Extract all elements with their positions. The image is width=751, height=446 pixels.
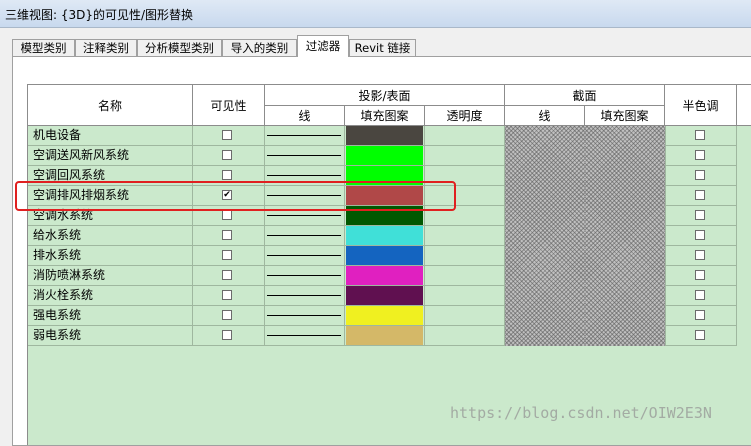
title-bar: 三维视图: {3D}的可见性/图形替换	[0, 0, 751, 28]
projection-line-override[interactable]	[267, 275, 341, 276]
visibility-checkbox[interactable]	[222, 230, 232, 240]
visibility-checkbox[interactable]	[222, 210, 232, 220]
row-name: 排水系统	[28, 246, 193, 266]
row-name: 机电设备	[28, 126, 193, 146]
header-visibility[interactable]: 可见性	[193, 85, 265, 126]
projection-pattern-swatch[interactable]	[346, 146, 423, 165]
halftone-checkbox[interactable]	[695, 250, 705, 260]
transparency-cell[interactable]	[425, 146, 505, 166]
header-cut: 截面	[505, 85, 665, 106]
header-name[interactable]: 名称	[28, 85, 193, 126]
visibility-checkbox[interactable]	[222, 130, 232, 140]
tab-annotation-categories[interactable]: 注释类别	[75, 39, 137, 56]
table-row[interactable]: 给水系统	[28, 226, 751, 246]
tab-imported-categories[interactable]: 导入的类别	[222, 39, 297, 56]
halftone-checkbox[interactable]	[695, 210, 705, 220]
row-name: 消火栓系统	[28, 286, 193, 306]
table-row[interactable]: 机电设备	[28, 126, 751, 146]
projection-line-override[interactable]	[267, 215, 341, 216]
projection-line-override[interactable]	[267, 155, 341, 156]
row-name: 空调送风新风系统	[28, 146, 193, 166]
halftone-checkbox[interactable]	[695, 330, 705, 340]
visibility-checkbox[interactable]	[222, 270, 232, 280]
projection-line-override[interactable]	[267, 255, 341, 256]
projection-pattern-swatch[interactable]	[346, 286, 423, 305]
transparency-cell[interactable]	[425, 126, 505, 146]
visibility-checkbox[interactable]	[222, 330, 232, 340]
row-name: 弱电系统	[28, 326, 193, 346]
table-row[interactable]: 排水系统	[28, 246, 751, 266]
table-row[interactable]: 消火栓系统	[28, 286, 751, 306]
halftone-checkbox[interactable]	[695, 150, 705, 160]
tab-model-categories[interactable]: 模型类别	[12, 39, 75, 56]
header-cut-pattern: 填充图案	[585, 106, 665, 126]
projection-pattern-swatch[interactable]	[346, 226, 423, 245]
halftone-checkbox[interactable]	[695, 290, 705, 300]
projection-pattern-swatch[interactable]	[346, 126, 423, 145]
tab-analytical-categories[interactable]: 分析模型类别	[137, 39, 222, 56]
table-row[interactable]: 强电系统	[28, 306, 751, 326]
visibility-checkbox[interactable]	[222, 290, 232, 300]
visibility-checkbox[interactable]	[222, 150, 232, 160]
halftone-checkbox[interactable]	[695, 310, 705, 320]
row-name: 消防喷淋系统	[28, 266, 193, 286]
transparency-cell[interactable]	[425, 286, 505, 306]
projection-line-override[interactable]	[267, 315, 341, 316]
header-halftone: 半色调	[665, 85, 737, 126]
visibility-checkbox[interactable]	[222, 170, 232, 180]
watermark-text: https://blog.csdn.net/OIW2E3N	[450, 404, 712, 422]
projection-line-override[interactable]	[267, 335, 341, 336]
tab-revit-links[interactable]: Revit 链接	[349, 39, 416, 56]
header-projection-pattern: 填充图案	[345, 106, 425, 126]
filters-table: 名称 可见性 投影/表面 线 填充图案 透明度 截面 线 填充图案 半色调 机电…	[27, 84, 751, 445]
transparency-cell[interactable]	[425, 306, 505, 326]
visibility-checkbox[interactable]	[222, 310, 232, 320]
halftone-checkbox[interactable]	[695, 270, 705, 280]
row-name: 给水系统	[28, 226, 193, 246]
projection-line-override[interactable]	[267, 175, 341, 176]
header-cut-lines: 线	[505, 106, 585, 126]
header-extra	[737, 85, 751, 126]
highlight-box	[15, 181, 456, 211]
projection-line-override[interactable]	[267, 295, 341, 296]
halftone-checkbox[interactable]	[695, 190, 705, 200]
header-projection-lines: 线	[265, 106, 345, 126]
visibility-checkbox[interactable]	[222, 250, 232, 260]
halftone-checkbox[interactable]	[695, 170, 705, 180]
projection-line-override[interactable]	[267, 135, 341, 136]
header-projection-transparency: 透明度	[425, 106, 505, 126]
halftone-checkbox[interactable]	[695, 130, 705, 140]
transparency-cell[interactable]	[425, 246, 505, 266]
projection-line-override[interactable]	[267, 235, 341, 236]
window-title: 三维视图: {3D}的可见性/图形替换	[5, 8, 194, 22]
transparency-cell[interactable]	[425, 226, 505, 246]
projection-pattern-swatch[interactable]	[346, 326, 423, 345]
halftone-checkbox[interactable]	[695, 230, 705, 240]
transparency-cell[interactable]	[425, 326, 505, 346]
table-row[interactable]: 空调送风新风系统	[28, 146, 751, 166]
projection-pattern-swatch[interactable]	[346, 306, 423, 325]
header-projection-surface: 投影/表面	[265, 85, 505, 106]
table-row[interactable]: 消防喷淋系统	[28, 266, 751, 286]
transparency-cell[interactable]	[425, 266, 505, 286]
projection-pattern-swatch[interactable]	[346, 266, 423, 285]
tab-filters[interactable]: 过滤器	[297, 35, 349, 57]
table-row[interactable]: 弱电系统	[28, 326, 751, 346]
projection-pattern-swatch[interactable]	[346, 246, 423, 265]
row-name: 强电系统	[28, 306, 193, 326]
